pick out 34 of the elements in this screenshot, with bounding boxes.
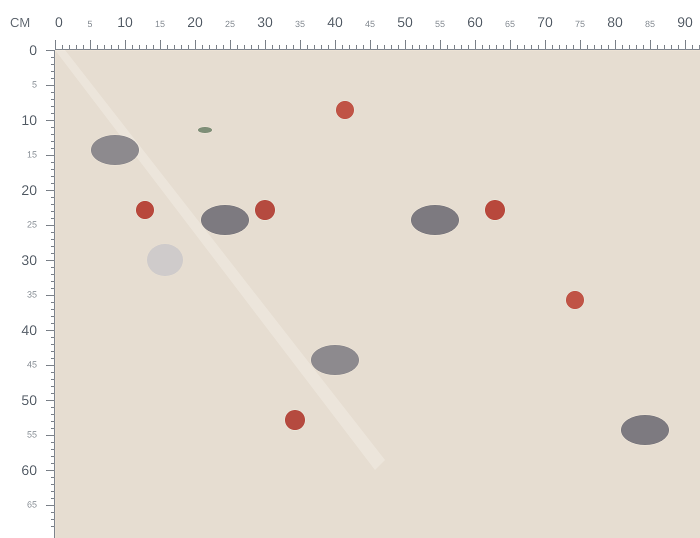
ruler-label: 5 [32,80,37,90]
ruler-label: 15 [155,20,165,29]
ruler-label: 15 [26,150,37,160]
ruler-label: 60 [467,15,483,29]
ruler-label: 45 [26,360,37,370]
ruler-label: 50 [397,15,413,29]
ruler-label: 55 [435,20,445,29]
ruler-label: 50 [21,393,37,407]
ruler-label: 10 [117,15,133,29]
ruler-label: 80 [607,15,623,29]
ruler-label: 65 [505,20,515,29]
ruler-label: 35 [26,290,37,300]
ruler-label: 60 [21,463,37,477]
ruler-label: 45 [365,20,375,29]
ruler-label: 0 [55,15,63,29]
ruler-label: 10 [21,113,37,127]
unit-label: CM [10,15,30,30]
ruler-label: 65 [26,500,37,510]
ruler-label: 25 [225,20,235,29]
ruler-label: 55 [26,430,37,440]
ruler-label: 25 [26,220,37,230]
ruler-label: 30 [257,15,273,29]
ruler-label: 90 [677,15,693,29]
ruler-label: 20 [21,183,37,197]
ruler-label: 0 [29,43,37,57]
ruler-label: 40 [21,323,37,337]
ruler-label: 40 [327,15,343,29]
ruler-label: 5 [88,20,92,29]
ruler-label: 35 [295,20,305,29]
ruler-label: 75 [575,20,585,29]
ruler-label: 30 [21,253,37,267]
ruler-label: 20 [187,15,203,29]
ruler-label: 70 [537,15,553,29]
ruler-label: 85 [645,20,655,29]
